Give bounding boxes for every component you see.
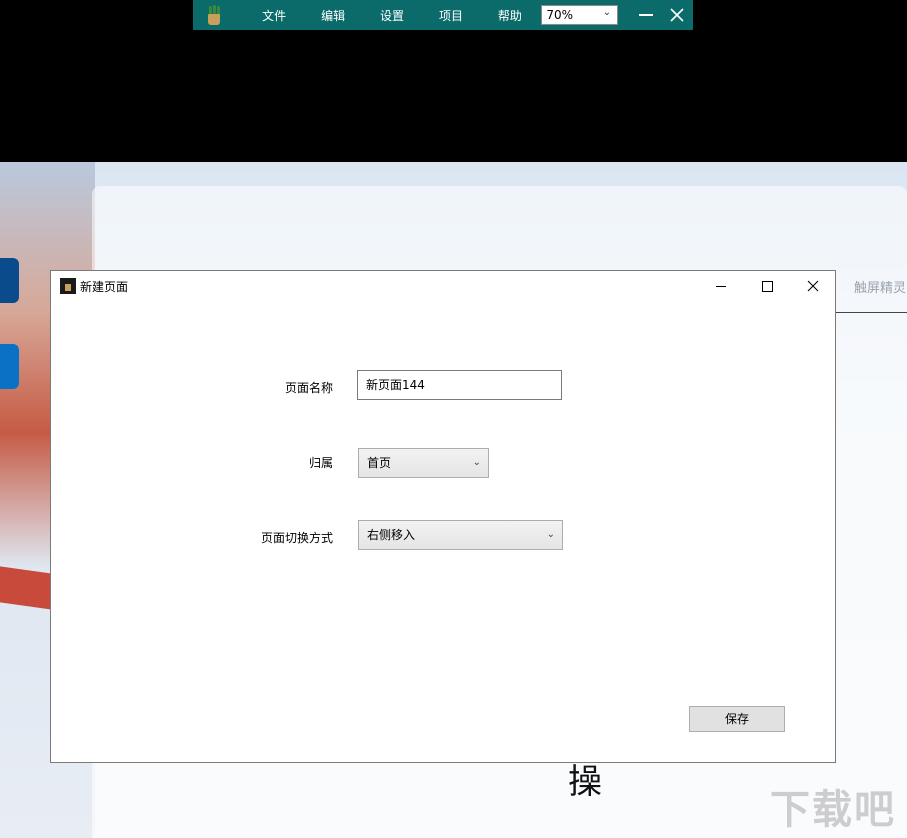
menu-help[interactable]: 帮助 [480,7,539,24]
background-tab-underline [836,312,907,313]
transition-label: 页面切换方式 [260,531,333,545]
background-decoration [0,566,52,610]
parent-label: 归属 [308,456,333,470]
dialog-title: 新建页面 [80,280,129,294]
side-nav-button[interactable] [0,258,19,303]
menu-edit[interactable]: 编辑 [304,7,363,24]
menu-file[interactable]: 文件 [245,7,304,24]
transition-select-value: 右侧移入 [367,528,416,542]
menu-settings[interactable]: 设置 [363,7,422,24]
transition-select[interactable]: 右侧移入 ⌄ [358,520,563,550]
close-button[interactable] [662,0,693,30]
chevron-down-icon: ⌄ [472,457,481,468]
plant-pot-icon [205,5,223,25]
watermark: 下载吧 [770,787,896,833]
top-menubar: 文件 编辑 设置 项目 帮助 70% ⌄ [193,0,693,30]
close-icon [807,280,819,292]
close-icon [670,8,684,22]
minimize-icon [638,14,653,16]
parent-select-value: 首页 [367,456,392,470]
maximize-icon [761,280,773,292]
dialog-titlebar[interactable]: 新建页面 [51,271,835,301]
new-page-dialog: 新建页面 页面名称 新页面144 归属 首页 ⌄ 页面切换方式 右侧移入 ⌄ 保… [50,270,836,763]
zoom-select[interactable]: 70% ⌄ [541,5,619,25]
app-icon [60,278,76,294]
background-tab-label[interactable]: 触屏精灵 [854,277,906,296]
chevron-down-icon: ⌄ [546,529,555,540]
page-name-input[interactable]: 新页面144 [357,370,562,400]
dialog-minimize-button[interactable] [698,271,744,301]
side-nav-button[interactable] [0,344,19,389]
zoom-value: 70% [546,8,574,22]
minimize-button[interactable] [630,0,661,30]
dialog-close-button[interactable] [790,271,836,301]
menu-project[interactable]: 项目 [422,7,481,24]
dialog-maximize-button[interactable] [744,271,790,301]
save-button[interactable]: 保存 [689,706,785,732]
page-name-label: 页面名称 [284,381,333,395]
minimize-icon [716,285,726,287]
chevron-down-icon: ⌄ [602,7,612,18]
parent-select[interactable]: 首页 ⌄ [358,448,489,478]
